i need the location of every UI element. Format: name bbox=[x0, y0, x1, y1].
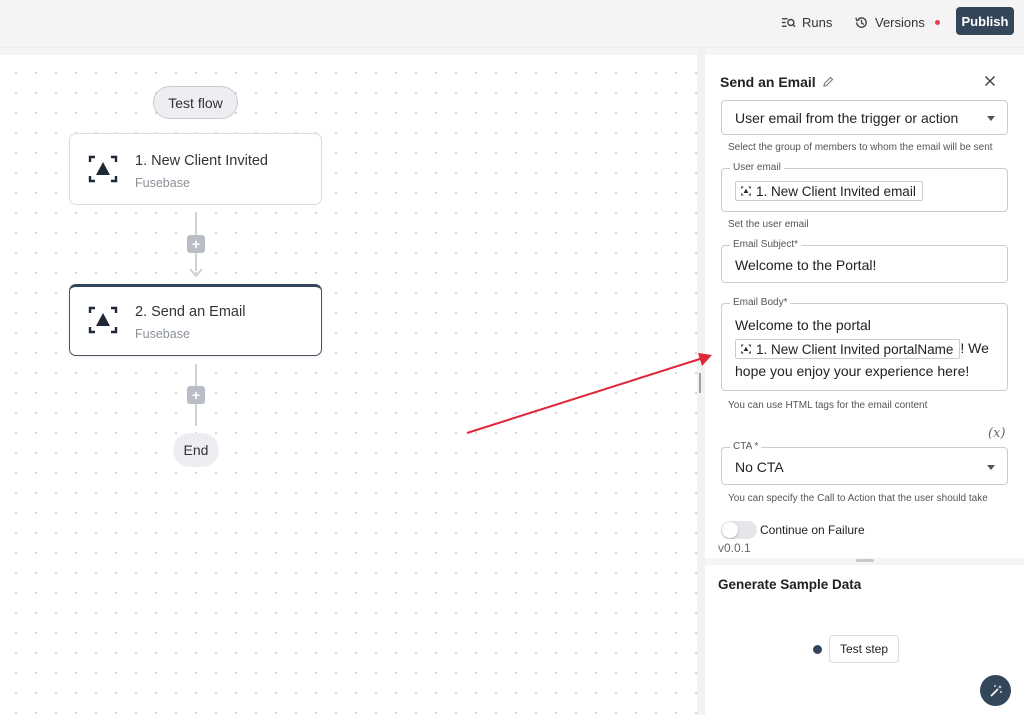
fusebase-logo-icon bbox=[741, 344, 751, 354]
step-subtitle: Fusebase bbox=[135, 327, 190, 341]
cta-help: You can specify the Call to Action that … bbox=[728, 493, 988, 504]
version-label: v0.0.1 bbox=[718, 539, 918, 558]
email-body-text: Welcome to the portal bbox=[735, 317, 871, 333]
email-body-field[interactable]: Email Body* Welcome to the portal 1. New… bbox=[721, 297, 1008, 391]
user-email-help: Set the user email bbox=[728, 219, 809, 230]
continue-on-failure-toggle[interactable] bbox=[721, 521, 757, 539]
status-dot bbox=[813, 645, 822, 654]
step-settings-panel: Send an Email User email from the trigge… bbox=[705, 55, 1024, 558]
step-card-send-an-email[interactable]: 2. Send an Email Fusebase bbox=[69, 284, 322, 356]
history-icon bbox=[855, 16, 867, 28]
versions-label: Versions bbox=[875, 14, 925, 30]
publish-button[interactable]: Publish bbox=[956, 7, 1014, 35]
top-bar: Runs Versions Publish bbox=[0, 0, 1024, 48]
email-subject-field[interactable]: Email Subject* Welcome to the Portal! bbox=[721, 239, 1008, 283]
add-step-button[interactable]: + bbox=[187, 386, 205, 404]
fusebase-logo-icon bbox=[741, 186, 751, 196]
magic-wand-icon bbox=[989, 684, 1002, 697]
pencil-icon[interactable] bbox=[822, 76, 834, 88]
continue-on-failure-label: Continue on Failure bbox=[760, 523, 865, 537]
chip-label: 1. New Client Invited portalName bbox=[756, 341, 954, 357]
annotation-arrow-icon bbox=[466, 353, 712, 434]
step-subtitle: Fusebase bbox=[135, 176, 190, 190]
chevron-down-icon bbox=[987, 116, 995, 121]
close-icon[interactable] bbox=[984, 75, 996, 87]
email-body-content: Welcome to the portal 1. New Client Invi… bbox=[735, 314, 1005, 383]
recipient-group-select[interactable]: User email from the trigger or action bbox=[721, 100, 1008, 135]
runs-label: Runs bbox=[802, 14, 833, 30]
test-flow-button[interactable]: Test flow bbox=[153, 86, 238, 119]
email-subject-label: Email Subject* bbox=[730, 239, 802, 250]
panel-title: Send an Email bbox=[720, 74, 834, 90]
fusebase-logo-icon bbox=[88, 155, 118, 183]
cta-label: CTA * bbox=[730, 441, 762, 452]
chip-label: 1. New Client Invited email bbox=[756, 183, 916, 199]
step-title: 1. New Client Invited bbox=[135, 153, 268, 169]
add-step-button[interactable]: + bbox=[187, 235, 205, 253]
sample-data-title: Generate Sample Data bbox=[718, 577, 862, 592]
user-email-label: User email bbox=[730, 162, 784, 173]
recipient-group-help: Select the group of members to whom the … bbox=[728, 142, 993, 153]
test-step-button[interactable]: Test step bbox=[829, 635, 899, 663]
end-node: End bbox=[173, 433, 219, 467]
portal-name-variable-chip[interactable]: 1. New Client Invited portalName bbox=[735, 339, 961, 360]
user-email-variable-chip[interactable]: 1. New Client Invited email bbox=[735, 181, 923, 201]
runs-button[interactable]: Runs bbox=[781, 10, 832, 34]
magic-wand-button[interactable] bbox=[980, 675, 1011, 706]
fusebase-logo-icon bbox=[88, 306, 118, 334]
variable-toggle-button[interactable]: (x) bbox=[988, 426, 1005, 441]
email-subject-value: Welcome to the Portal! bbox=[735, 257, 877, 273]
step-card-new-client-invited[interactable]: 1. New Client Invited Fusebase bbox=[69, 133, 322, 205]
toggle-knob bbox=[722, 522, 738, 538]
email-body-help: You can use HTML tags for the email cont… bbox=[728, 400, 928, 411]
cta-value: No CTA bbox=[735, 459, 784, 475]
runs-icon bbox=[781, 17, 796, 27]
cta-select[interactable]: CTA * No CTA bbox=[721, 441, 1008, 485]
recipient-group-value: User email from the trigger or action bbox=[735, 110, 959, 126]
sample-data-panel: Generate Sample Data Test step bbox=[705, 565, 1024, 715]
versions-badge-dot bbox=[934, 19, 940, 25]
sample-data-resize-handle[interactable] bbox=[856, 559, 874, 562]
versions-button[interactable]: Versions bbox=[854, 10, 940, 34]
panel-title-text: Send an Email bbox=[720, 74, 816, 90]
chevron-down-icon bbox=[987, 465, 995, 470]
step-title: 2. Send an Email bbox=[135, 304, 246, 320]
user-email-field[interactable]: User email 1. New Client Invited email bbox=[721, 162, 1008, 212]
connector-arrow-icon bbox=[189, 268, 203, 278]
email-body-label: Email Body* bbox=[730, 297, 791, 308]
